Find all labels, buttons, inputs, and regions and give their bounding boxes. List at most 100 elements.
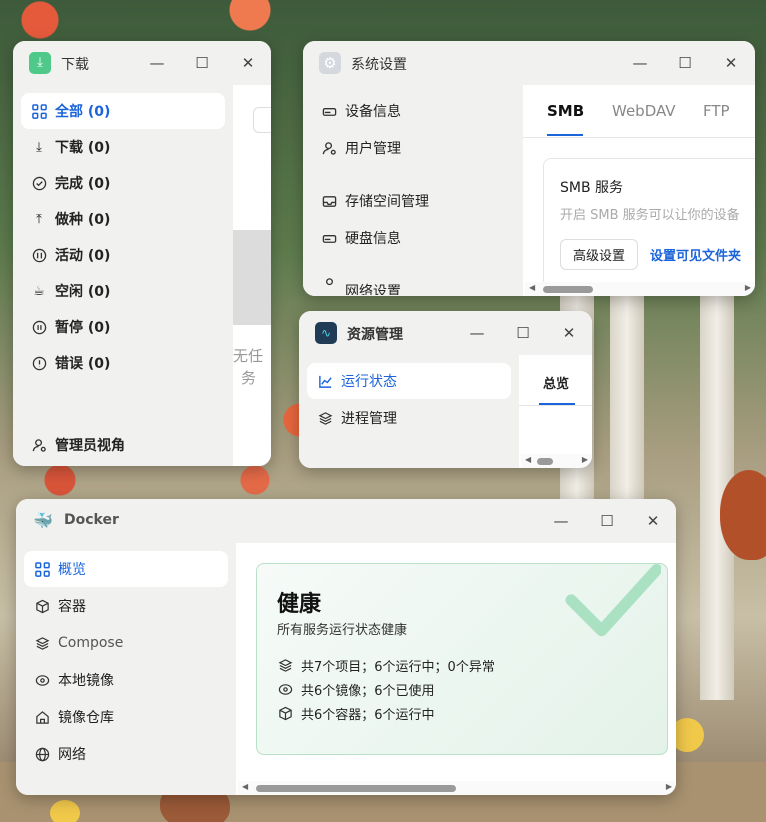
grid-icon	[34, 561, 50, 577]
nav-downloading[interactable]: ⤓ 下载 (0)	[21, 129, 225, 165]
nav-label: 硬盘信息	[345, 231, 401, 247]
close-button[interactable]: ✕	[559, 323, 579, 343]
nav-device-info[interactable]: 设备信息	[311, 93, 515, 129]
nav-label: 设备信息	[345, 104, 401, 120]
search-input[interactable]	[253, 107, 271, 133]
smb-card: SMB 服务 开启 SMB 服务可以让你的设备 高级设置 设置可见文件夹	[543, 158, 755, 296]
tab-ftp[interactable]: FTP	[703, 102, 730, 120]
download-icon: ⤓	[36, 139, 42, 155]
gear-app-icon: ⚙	[319, 52, 341, 74]
disc-icon	[277, 682, 293, 698]
admin-view-label: 管理员视角	[55, 438, 125, 454]
tab-overview[interactable]: 总览	[543, 373, 569, 392]
nav-process-management[interactable]: 进程管理	[307, 400, 511, 436]
docker-titlebar: 🐳 Docker — ☐ ✕	[16, 499, 676, 543]
maximize-button[interactable]: ☐	[513, 323, 533, 343]
nav-containers[interactable]: 容器	[24, 588, 228, 624]
nav-label: 错误 (0)	[55, 356, 111, 372]
nav-label: 下载 (0)	[55, 140, 111, 156]
visible-folders-link[interactable]: 设置可见文件夹	[650, 245, 741, 264]
nav-user-management[interactable]: 用户管理	[311, 130, 515, 166]
tabs-divider	[523, 137, 755, 138]
close-button[interactable]: ✕	[238, 53, 258, 73]
scrollbar-thumb[interactable]	[543, 286, 593, 293]
coffee-cup-icon: ☕	[33, 283, 45, 299]
scroll-right-arrow[interactable]: ▶	[666, 782, 672, 791]
nav-paused[interactable]: 暂停 (0)	[21, 309, 225, 345]
scroll-left-arrow[interactable]: ◀	[525, 455, 531, 464]
nav-completed[interactable]: 完成 (0)	[21, 165, 225, 201]
empty-text: 无任 务	[233, 345, 263, 389]
tab-webdav[interactable]: WebDAV	[612, 102, 676, 120]
horizontal-scrollbar[interactable]: ◀ ▶	[521, 454, 592, 468]
scrollbar-thumb[interactable]	[537, 458, 553, 465]
layers-icon	[317, 410, 333, 426]
nav-label: 完成 (0)	[55, 176, 111, 192]
download-content: 无任 务	[233, 85, 271, 466]
minimize-button[interactable]: —	[630, 53, 650, 73]
window-title: 资源管理	[347, 327, 403, 343]
scroll-right-arrow[interactable]: ▶	[745, 283, 751, 292]
line-chart-icon	[317, 373, 333, 389]
stat-containers-text: 共6个容器；6个运行中	[301, 708, 435, 723]
scroll-left-arrow[interactable]: ◀	[242, 782, 248, 791]
scroll-left-arrow[interactable]: ◀	[529, 283, 535, 292]
minimize-button[interactable]: —	[551, 511, 571, 531]
monitor-app-icon: ∿	[315, 322, 337, 344]
nav-disk-info[interactable]: 硬盘信息	[311, 220, 515, 256]
close-button[interactable]: ✕	[721, 53, 741, 73]
nav-network[interactable]: 网络	[24, 736, 228, 772]
docker-content: 健康 所有服务运行状态健康 共7个项目；6个运行中；0个异常 共6个镜像；6个已…	[236, 543, 676, 777]
nav-compose[interactable]: Compose	[24, 625, 228, 661]
maximize-button[interactable]: ☐	[192, 53, 212, 73]
nav-label: Compose	[58, 635, 124, 651]
maximize-button[interactable]: ☐	[675, 53, 695, 73]
nav-label: 全部 (0)	[55, 104, 111, 120]
minimize-button[interactable]: —	[147, 53, 167, 73]
stat-images: 共6个镜像；6个已使用	[277, 680, 435, 699]
nav-label: 用户管理	[345, 141, 401, 157]
horizontal-scrollbar[interactable]: ◀ ▶	[525, 282, 755, 296]
minimize-button[interactable]: —	[467, 323, 487, 343]
scrollbar-thumb[interactable]	[256, 785, 456, 792]
horizontal-scrollbar[interactable]: ◀ ▶	[238, 781, 676, 795]
nav-image-registry[interactable]: 镜像仓库	[24, 699, 228, 735]
settings-window: ⚙ 系统设置 — ☐ ✕ 设备信息 用户管理 存储空间管理 硬盘信息 网络设置 …	[303, 41, 755, 296]
pause-icon	[31, 319, 47, 335]
nav-error[interactable]: 错误 (0)	[21, 345, 225, 381]
layers-icon	[277, 658, 293, 674]
nav-network[interactable]: 网络设置	[311, 273, 515, 295]
nav-label: 本地镜像	[58, 673, 114, 689]
nav-overview[interactable]: 概览	[24, 551, 228, 587]
nav-idle[interactable]: ☕ 空闲 (0)	[21, 273, 225, 309]
tab-smb[interactable]: SMB	[547, 102, 584, 120]
nav-label: 空闲 (0)	[55, 284, 111, 300]
window-title: 下载	[61, 57, 89, 73]
nav-running-status[interactable]: 运行状态	[307, 363, 511, 399]
nav-local-images[interactable]: 本地镜像	[24, 662, 228, 698]
nav-storage[interactable]: 存储空间管理	[311, 183, 515, 219]
docker-app-icon: 🐳	[33, 511, 53, 530]
close-button[interactable]: ✕	[643, 511, 663, 531]
download-window: ⤓ 下载 — ☐ ✕ 全部 (0) ⤓ 下载 (0) 完成 (0) ⤒ 做种 (…	[13, 41, 271, 466]
scroll-right-arrow[interactable]: ▶	[582, 455, 588, 464]
resource-titlebar: ∿ 资源管理 — ☐ ✕	[299, 311, 592, 355]
nav-label: 进程管理	[341, 411, 397, 427]
admin-view-button[interactable]: 管理员视角	[21, 427, 225, 463]
user-icon	[321, 140, 337, 156]
health-subtitle: 所有服务运行状态健康	[277, 623, 408, 638]
globe-icon	[34, 746, 50, 762]
advanced-settings-button[interactable]: 高级设置	[560, 239, 639, 270]
docker-window: 🐳 Docker — ☐ ✕ 概览 容器 Compose 本地镜像 镜像仓库 网…	[16, 499, 676, 795]
settings-sidebar: 设备信息 用户管理 存储空间管理 硬盘信息 网络设置	[303, 85, 523, 296]
download-app-icon: ⤓	[29, 52, 51, 74]
nav-active[interactable]: 活动 (0)	[21, 237, 225, 273]
nav-all[interactable]: 全部 (0)	[21, 93, 225, 129]
maximize-button[interactable]: ☐	[597, 511, 617, 531]
resource-window: ∿ 资源管理 — ☐ ✕ 运行状态 进程管理 总览 ◀ ▶	[299, 311, 592, 468]
box-icon	[277, 706, 293, 722]
nav-seeding[interactable]: ⤒ 做种 (0)	[21, 201, 225, 237]
user-icon	[321, 276, 337, 292]
nav-label: 暂停 (0)	[55, 320, 111, 336]
hard-drive-icon	[321, 230, 337, 246]
